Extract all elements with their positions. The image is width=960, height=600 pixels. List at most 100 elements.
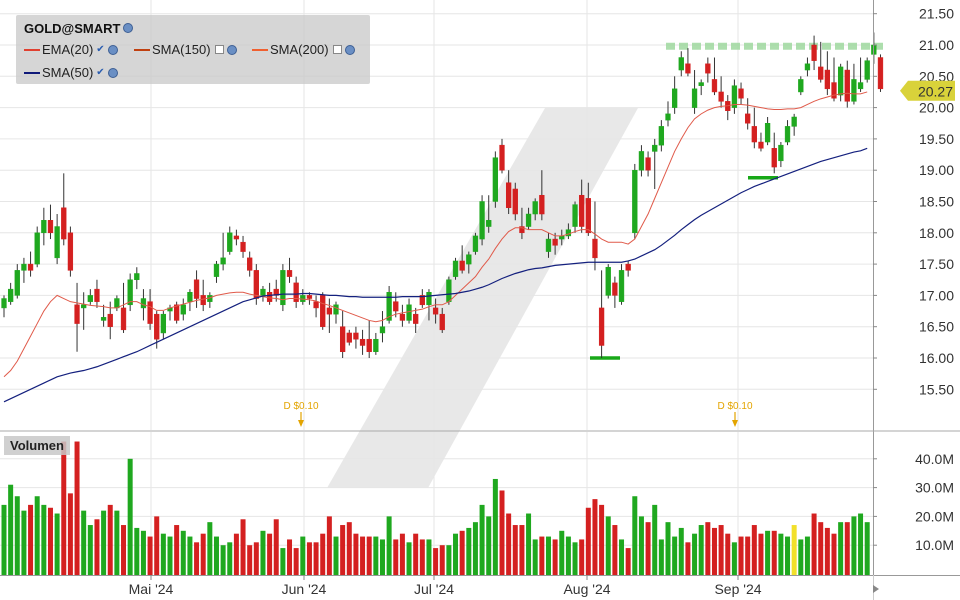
volume-bar <box>174 525 180 575</box>
volume-bar <box>147 536 153 575</box>
candle-body <box>798 79 804 93</box>
volume-bar <box>738 536 744 575</box>
candle-body <box>499 144 505 171</box>
candle-body <box>804 63 811 71</box>
candle-body <box>638 151 645 171</box>
volume-bar <box>280 548 286 575</box>
candle-body <box>173 304 180 321</box>
scroll-arrow-icon[interactable] <box>873 585 879 593</box>
volume-bar <box>466 527 472 575</box>
candle-body <box>784 126 791 143</box>
candle-body <box>346 332 352 343</box>
volume-bar <box>605 516 611 575</box>
volume-bar <box>592 499 598 575</box>
volume-bar <box>114 510 120 575</box>
candle-body <box>479 201 485 240</box>
price-axis: 21.5021.0020.5020.0019.5019.0018.5018.00… <box>873 6 954 397</box>
volume-bar <box>207 522 213 575</box>
volume-bar <box>240 519 246 575</box>
y-tick-label: 21.50 <box>919 6 954 22</box>
y-tick-label: 17.00 <box>919 287 954 303</box>
candle-body <box>7 288 14 302</box>
y-tick-label: 18.50 <box>919 194 954 210</box>
candle-body <box>552 238 558 246</box>
volume-bar <box>486 516 492 575</box>
legend-item-sma150[interactable]: SMA(150) <box>134 42 237 57</box>
y-tick-label: 20.00 <box>919 100 954 116</box>
volume-bar <box>612 525 618 575</box>
candle-body <box>34 232 40 265</box>
volume-bar <box>154 516 160 575</box>
volume-bar <box>160 533 166 575</box>
volume-bar <box>672 536 678 575</box>
volume-bar <box>678 527 684 575</box>
candle-body <box>505 182 512 209</box>
volume-bar <box>658 539 664 575</box>
candle-body <box>426 292 432 306</box>
candle-body <box>579 194 585 227</box>
volume-bar <box>194 542 200 575</box>
volume-bar <box>718 525 724 575</box>
candle-body <box>180 304 186 315</box>
candle-body <box>598 307 605 346</box>
volume-bar <box>804 536 810 575</box>
volume-bar <box>552 539 558 575</box>
volume-bar <box>273 519 279 575</box>
legend-item-sma200[interactable]: SMA(200) <box>252 42 355 57</box>
candle-body <box>711 79 718 93</box>
volume-bar <box>1 504 7 575</box>
volume-bar <box>101 510 107 575</box>
volume-bar <box>731 542 737 575</box>
volume-bar <box>333 536 339 575</box>
chart-canvas[interactable]: 21.5021.0020.5020.0019.5019.0018.5018.00… <box>0 0 960 600</box>
symbol-title[interactable]: GOLD@SMART <box>24 21 134 36</box>
candle-body <box>74 304 80 324</box>
globe-icon[interactable] <box>123 23 134 33</box>
volume-panel-label: Volumen <box>4 436 70 455</box>
y-tick-label: 16.00 <box>919 350 954 366</box>
vol-tick-label: 30.0M <box>915 480 954 496</box>
globe-icon[interactable] <box>107 44 118 55</box>
candle-body <box>160 313 167 334</box>
candle-body <box>446 279 452 302</box>
volume-bar <box>506 513 512 575</box>
candle-body <box>286 270 293 277</box>
vol-tick-label: 10.0M <box>915 537 954 553</box>
candle-body <box>233 235 240 240</box>
vol-tick-label: 20.0M <box>915 508 954 524</box>
candle-body <box>545 238 552 252</box>
volume-bar <box>745 536 751 575</box>
legend-item-ema20[interactable]: EMA(20) ✔ <box>24 42 118 57</box>
volume-bar <box>87 525 93 575</box>
checkbox-icon[interactable] <box>214 45 224 54</box>
candle-body <box>247 257 253 271</box>
candle-body <box>652 144 658 152</box>
candle-body <box>359 338 366 346</box>
check-icon[interactable]: ✔ <box>96 67 104 78</box>
candle-body <box>758 141 764 149</box>
volume-bar <box>818 522 824 575</box>
globe-icon[interactable] <box>226 44 237 55</box>
volume-bar <box>247 545 253 575</box>
volume-bar <box>287 539 293 575</box>
volume-bar <box>393 539 399 575</box>
volume-bar <box>512 525 518 575</box>
y-tick-label: 19.50 <box>919 131 954 147</box>
check-icon[interactable]: ✔ <box>96 44 104 55</box>
volume-bar <box>127 458 133 575</box>
legend-item-sma50[interactable]: SMA(50) ✔ <box>24 65 118 80</box>
candle-body <box>1 298 7 309</box>
candle-body <box>127 279 133 306</box>
volume-bar <box>632 496 638 575</box>
globe-icon[interactable] <box>107 67 118 78</box>
checkbox-icon[interactable] <box>332 45 342 54</box>
volume-bar <box>134 527 140 575</box>
price-tag-label: 20.27 <box>918 84 953 100</box>
globe-icon[interactable] <box>344 44 355 55</box>
volume-bar <box>253 542 259 575</box>
volume-bar <box>8 484 14 575</box>
legend-panel: GOLD@SMART EMA(20) ✔ SMA(150) SMA(200) S… <box>16 15 370 84</box>
candle-body <box>738 88 744 99</box>
candle-body <box>857 82 864 90</box>
candle-body <box>512 188 518 215</box>
